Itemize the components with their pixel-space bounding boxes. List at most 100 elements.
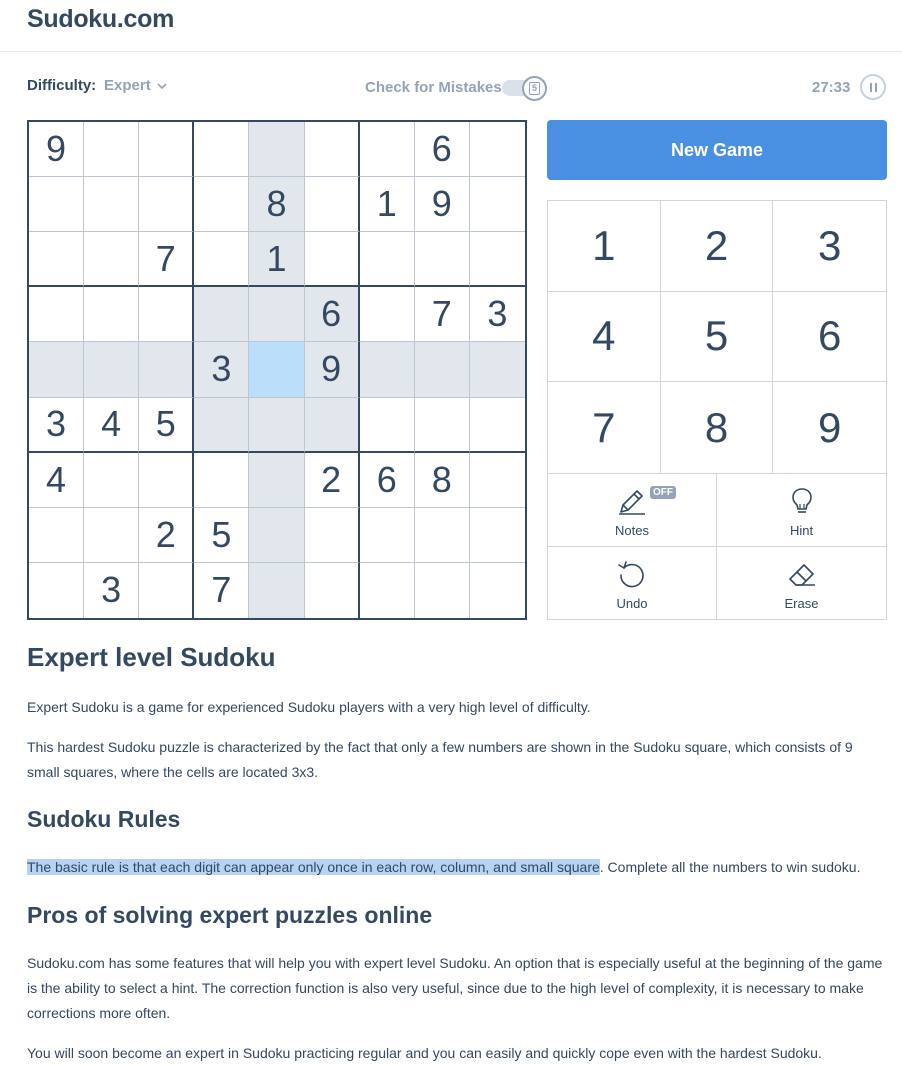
board-cell[interactable] bbox=[194, 452, 250, 508]
board-cell[interactable] bbox=[304, 397, 360, 453]
board-cell[interactable]: 9 bbox=[304, 342, 360, 398]
board-cell[interactable] bbox=[194, 397, 250, 453]
board-cell[interactable] bbox=[359, 397, 415, 453]
board-cell[interactable] bbox=[305, 562, 360, 618]
board-cell[interactable] bbox=[414, 232, 470, 288]
board-cell[interactable] bbox=[469, 342, 525, 398]
board-cell[interactable] bbox=[249, 507, 305, 563]
board-cell[interactable] bbox=[304, 507, 360, 563]
number-button-1[interactable]: 1 bbox=[548, 201, 661, 292]
board-cell[interactable] bbox=[194, 177, 250, 233]
board-cell[interactable] bbox=[304, 177, 360, 233]
board-cell[interactable]: 5 bbox=[194, 507, 250, 563]
board-cell[interactable] bbox=[359, 232, 415, 288]
board-cell[interactable] bbox=[139, 287, 195, 343]
board-cell[interactable] bbox=[139, 177, 195, 233]
board-cell[interactable] bbox=[360, 562, 415, 618]
number-button-7[interactable]: 7 bbox=[548, 382, 661, 473]
board-cell[interactable] bbox=[304, 122, 360, 178]
board-cell[interactable]: 8 bbox=[249, 177, 305, 233]
board-cell[interactable]: 8 bbox=[414, 452, 470, 508]
board-cell[interactable]: 6 bbox=[414, 122, 470, 178]
board-cell[interactable]: 5 bbox=[139, 397, 195, 453]
board-cell[interactable] bbox=[139, 342, 195, 398]
board-cell[interactable]: 9 bbox=[414, 177, 470, 233]
board-cell[interactable] bbox=[414, 397, 470, 453]
board-cell[interactable] bbox=[469, 398, 525, 453]
notes-button[interactable]: OFF Notes bbox=[548, 474, 717, 547]
board-cell[interactable] bbox=[469, 232, 525, 288]
new-game-button[interactable]: New Game bbox=[547, 120, 887, 180]
board-cell[interactable]: 9 bbox=[29, 122, 85, 178]
board-cell[interactable] bbox=[29, 562, 85, 618]
board-cell[interactable] bbox=[469, 177, 525, 233]
board-cell[interactable] bbox=[84, 287, 140, 343]
board-cell[interactable] bbox=[470, 563, 525, 618]
board-cell[interactable]: 3 bbox=[469, 287, 525, 343]
site-logo[interactable]: Sudoku.com bbox=[27, 5, 174, 34]
board-cell[interactable] bbox=[29, 232, 85, 288]
board-cell[interactable]: 1 bbox=[359, 177, 415, 233]
board-cell[interactable]: 3 bbox=[194, 342, 250, 398]
board-cell[interactable] bbox=[469, 508, 525, 563]
board-cell[interactable] bbox=[84, 452, 140, 508]
board-cell[interactable] bbox=[249, 342, 305, 398]
board-cell[interactable] bbox=[249, 562, 305, 618]
board-cell[interactable]: 4 bbox=[84, 397, 140, 453]
board-cell[interactable] bbox=[84, 177, 140, 233]
pause-button[interactable] bbox=[860, 74, 886, 100]
erase-button[interactable]: Erase bbox=[717, 547, 886, 620]
board-cell[interactable] bbox=[29, 342, 85, 398]
board-cell[interactable]: 3 bbox=[84, 562, 140, 618]
board-cell[interactable] bbox=[359, 287, 415, 343]
board-cell[interactable] bbox=[469, 453, 525, 508]
board-cell[interactable] bbox=[139, 122, 195, 178]
board-cell[interactable]: 7 bbox=[194, 562, 250, 618]
board-cell[interactable] bbox=[84, 122, 140, 178]
board-cell[interactable] bbox=[249, 397, 305, 453]
board-cell[interactable] bbox=[249, 122, 305, 178]
board-cell[interactable]: 2 bbox=[304, 452, 360, 508]
board-cell[interactable]: 2 bbox=[139, 507, 195, 563]
board-cell[interactable] bbox=[29, 287, 85, 343]
board-cell[interactable] bbox=[249, 287, 305, 343]
board-cell[interactable] bbox=[414, 342, 470, 398]
difficulty-select[interactable]: Expert bbox=[104, 77, 151, 94]
toggle-knob[interactable]: 5 bbox=[522, 76, 547, 101]
board-cell[interactable] bbox=[359, 122, 415, 178]
board-cell[interactable]: 4 bbox=[29, 452, 85, 508]
chevron-down-icon[interactable] bbox=[157, 81, 167, 91]
board-cell[interactable] bbox=[84, 232, 140, 288]
undo-button[interactable]: Undo bbox=[548, 546, 717, 619]
board-cell[interactable] bbox=[139, 452, 195, 508]
board-cell[interactable]: 7 bbox=[139, 232, 195, 288]
board-cell[interactable] bbox=[194, 287, 250, 343]
board-cell[interactable]: 3 bbox=[29, 397, 85, 453]
board-cell[interactable] bbox=[359, 342, 415, 398]
board-cell[interactable] bbox=[84, 507, 140, 563]
board-cell[interactable] bbox=[249, 452, 305, 508]
board-cell[interactable] bbox=[29, 507, 85, 563]
board-cell[interactable] bbox=[469, 122, 525, 178]
board-cell[interactable] bbox=[139, 562, 195, 618]
board-cell[interactable] bbox=[415, 562, 470, 618]
number-button-2[interactable]: 2 bbox=[660, 201, 774, 292]
board-cell[interactable] bbox=[304, 232, 360, 288]
number-button-5[interactable]: 5 bbox=[660, 291, 774, 383]
board-cell[interactable]: 7 bbox=[414, 287, 470, 343]
board-cell[interactable]: 6 bbox=[304, 287, 360, 343]
number-button-9[interactable]: 9 bbox=[773, 382, 886, 473]
hint-button[interactable]: Hint bbox=[717, 474, 886, 547]
number-button-8[interactable]: 8 bbox=[661, 382, 774, 473]
board-cell[interactable] bbox=[414, 507, 470, 563]
board-cell[interactable] bbox=[29, 177, 85, 233]
number-button-3[interactable]: 3 bbox=[773, 201, 886, 292]
board-cell[interactable] bbox=[194, 232, 250, 288]
board-cell[interactable]: 1 bbox=[249, 232, 305, 288]
board-cell[interactable]: 6 bbox=[359, 452, 415, 508]
board-cell[interactable] bbox=[359, 507, 415, 563]
board-cell[interactable] bbox=[194, 122, 250, 178]
number-button-6[interactable]: 6 bbox=[773, 292, 886, 383]
number-button-4[interactable]: 4 bbox=[548, 291, 661, 383]
board-cell[interactable] bbox=[84, 342, 140, 398]
